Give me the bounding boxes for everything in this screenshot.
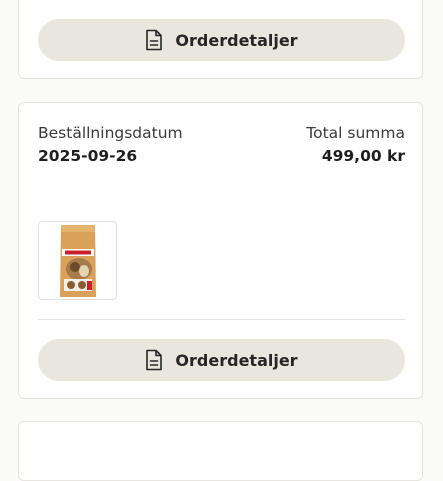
cat-food-bag-image bbox=[59, 224, 96, 297]
order-card: Beställningsdatum 2025-09-26 Total summa… bbox=[18, 102, 423, 399]
total-label: Total summa bbox=[306, 124, 405, 142]
divider bbox=[38, 319, 405, 320]
order-details-button-label: Orderdetaljer bbox=[175, 30, 298, 50]
product-thumbnail[interactable] bbox=[38, 221, 117, 300]
order-card bbox=[18, 421, 423, 481]
document-icon bbox=[145, 349, 163, 371]
order-details-button[interactable]: Orderdetaljer bbox=[38, 339, 405, 381]
order-details-button[interactable]: Orderdetaljer bbox=[38, 19, 405, 61]
order-date-label: Beställningsdatum bbox=[38, 124, 183, 142]
order-date: 2025-09-26 bbox=[38, 147, 138, 165]
order-card: Orderdetaljer bbox=[18, 0, 423, 79]
document-icon bbox=[145, 29, 163, 51]
order-total: 499,00 kr bbox=[321, 147, 405, 165]
order-details-button-label: Orderdetaljer bbox=[175, 350, 298, 370]
